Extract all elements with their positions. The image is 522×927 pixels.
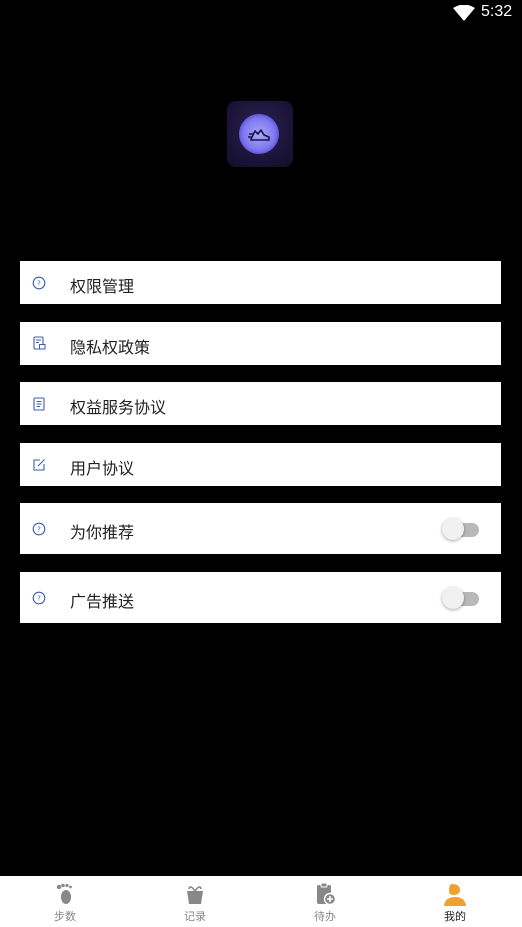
status-time: 5:32: [481, 3, 513, 20]
menu-label-service-agreement: 权益服务协议: [70, 398, 167, 417]
menu-label-recommend: 为你推荐: [70, 523, 135, 542]
nav-label-todo: 待办: [314, 910, 336, 923]
profile-icon: [444, 884, 466, 906]
svg-text:?: ?: [37, 526, 41, 534]
recommend-toggle[interactable]: [442, 518, 480, 540]
nav-label-steps: 步数: [54, 910, 76, 923]
bottom-nav: 步数 记录 待办 我的: [0, 876, 522, 927]
wifi-icon: [453, 5, 475, 21]
help-circle-icon: ?: [32, 522, 46, 536]
menu-label-ad-push: 广告推送: [70, 592, 135, 611]
menu-item-user-agreement[interactable]: 用户协议: [20, 443, 501, 486]
svg-text:?: ?: [37, 595, 41, 603]
nav-item-records[interactable]: 记录: [130, 876, 260, 927]
gift-icon: [187, 886, 203, 904]
help-circle-icon: ?: [32, 591, 46, 605]
nav-label-records: 记录: [184, 910, 206, 923]
ad-push-toggle[interactable]: [442, 587, 480, 609]
shoe-icon: [248, 129, 270, 141]
todo-icon: [317, 882, 337, 906]
nav-item-steps[interactable]: 步数: [0, 876, 130, 927]
menu-label-privacy-policy: 隐私权政策: [70, 338, 151, 357]
menu-item-permissions[interactable]: ? 权限管理: [20, 261, 501, 304]
help-circle-icon: ?: [32, 276, 46, 290]
menu-item-privacy-policy[interactable]: 隐私权政策: [20, 322, 501, 365]
menu-item-ad-push[interactable]: ? 广告推送: [20, 572, 501, 623]
nav-item-todo[interactable]: 待办: [260, 876, 390, 927]
nav-label-mine: 我的: [444, 910, 466, 923]
footprint-icon: [56, 883, 72, 904]
document-icon: [33, 397, 45, 411]
status-bar: 5:32: [0, 0, 522, 26]
menu-label-permissions: 权限管理: [70, 277, 135, 296]
nav-item-mine[interactable]: 我的: [390, 876, 520, 927]
document-lock-icon: [33, 336, 46, 350]
svg-text:?: ?: [37, 280, 41, 288]
app-logo: [227, 101, 293, 167]
edit-icon: [33, 459, 45, 471]
menu-item-service-agreement[interactable]: 权益服务协议: [20, 382, 501, 425]
menu-label-user-agreement: 用户协议: [70, 459, 135, 478]
menu-item-recommend[interactable]: ? 为你推荐: [20, 503, 501, 554]
